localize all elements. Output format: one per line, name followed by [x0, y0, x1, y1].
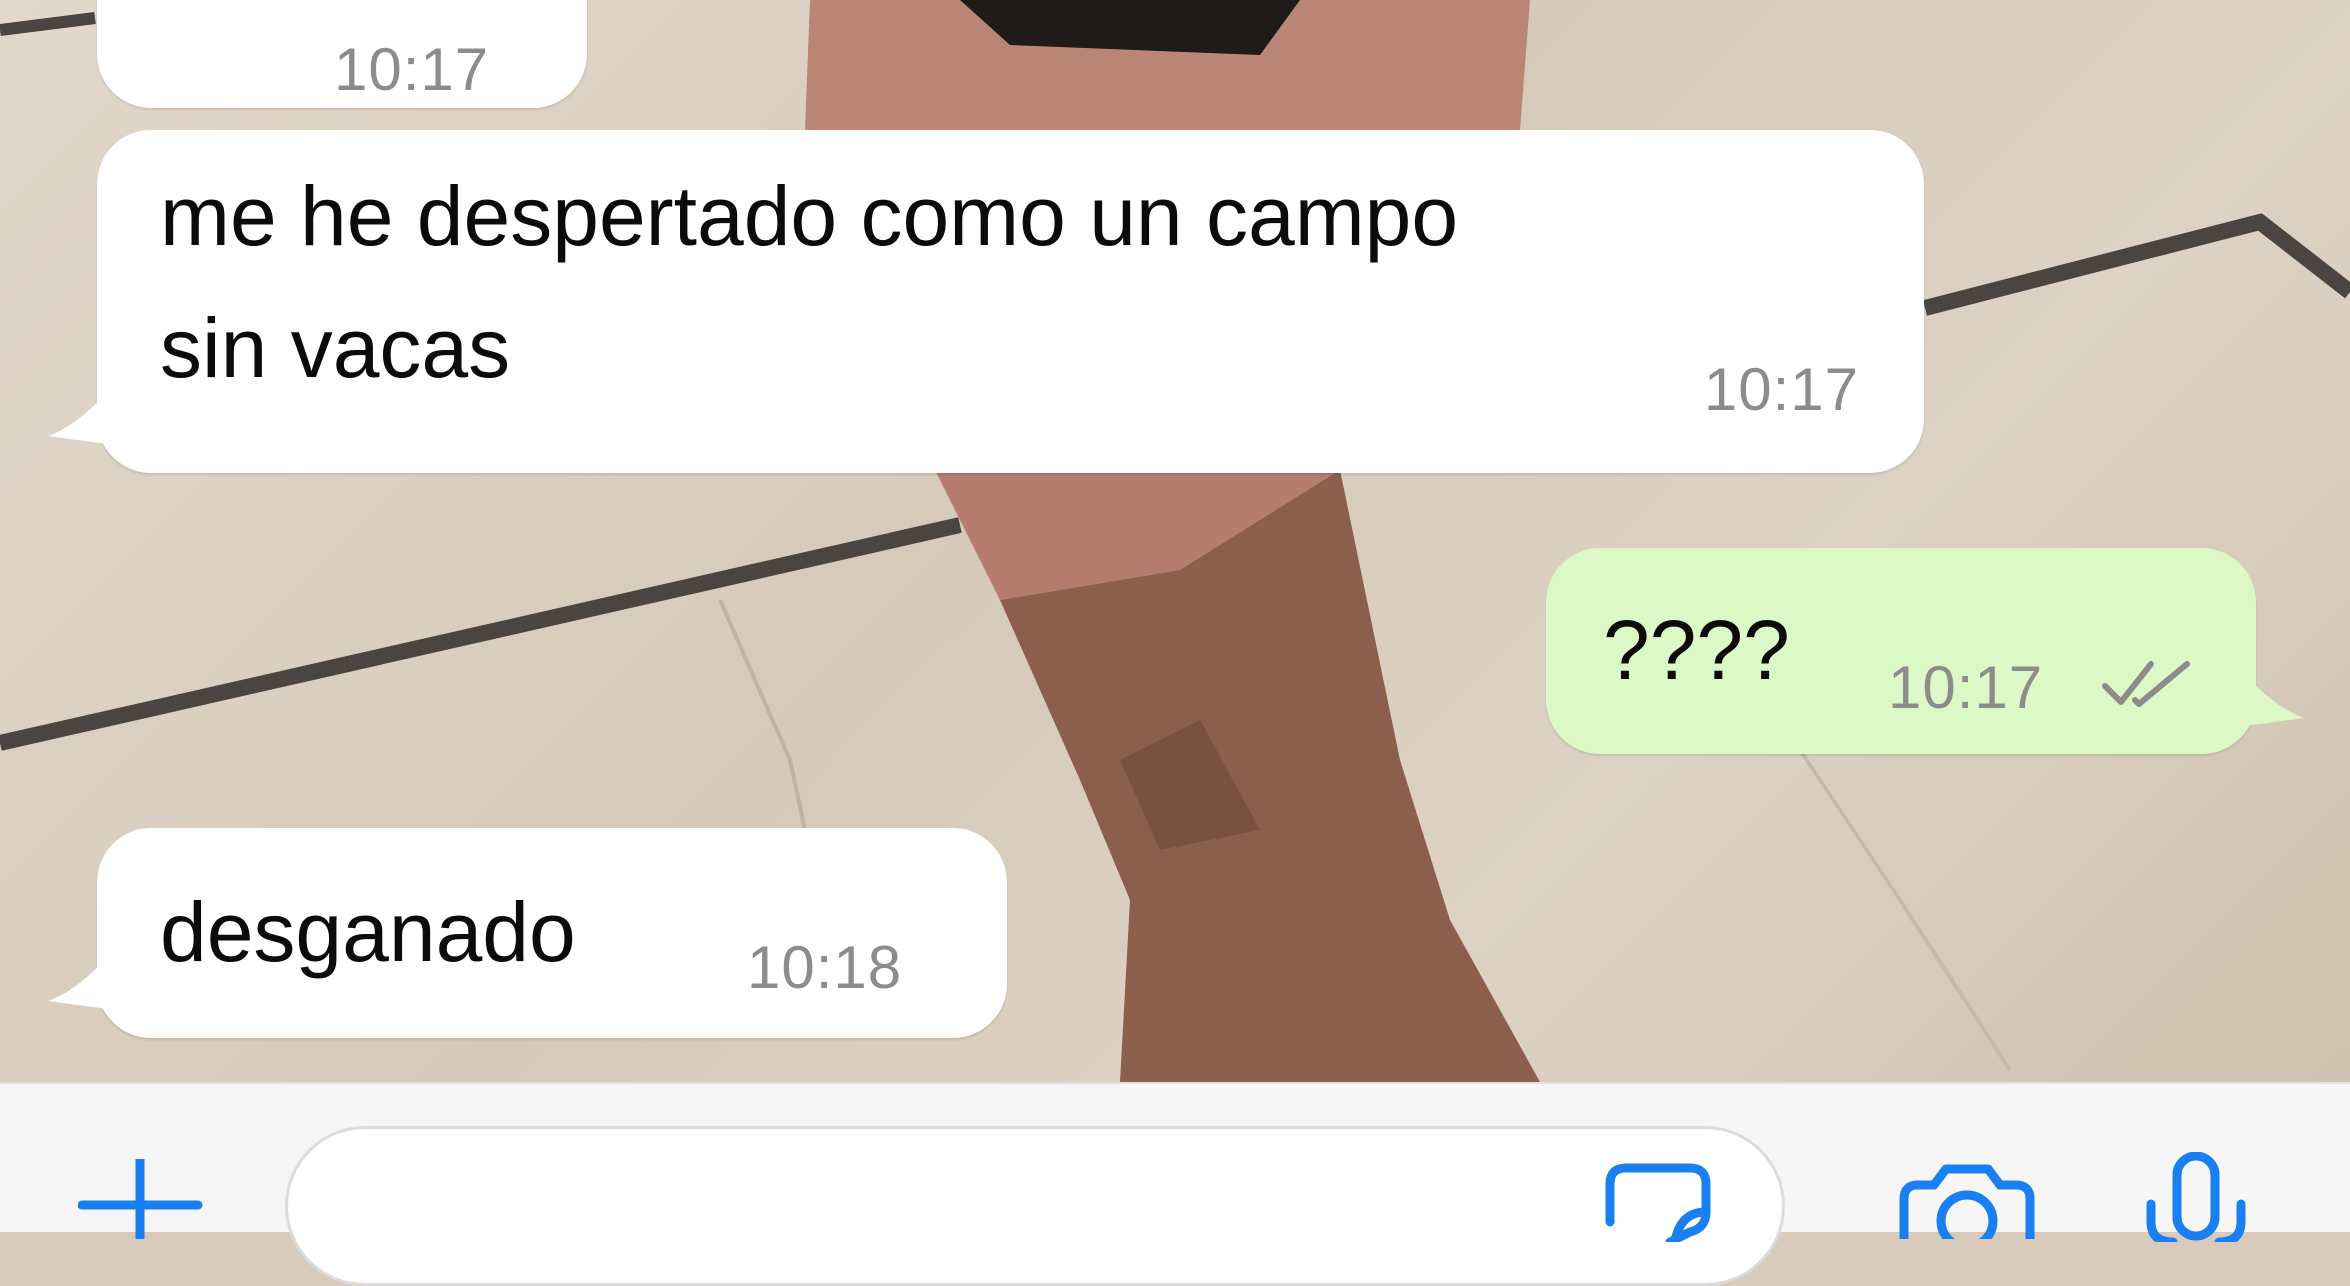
- microphone-icon[interactable]: [2143, 1152, 2249, 1242]
- message-input[interactable]: [285, 1126, 1785, 1286]
- message-text-line: me he despertado como un campo: [160, 169, 1459, 263]
- message-timestamp: 10:17: [1888, 654, 2044, 721]
- bubble-tail: [48, 398, 122, 446]
- message-input-bar: [0, 1082, 2350, 1286]
- message-text: ????: [1603, 603, 1790, 697]
- sticker-icon[interactable]: [1600, 1162, 1715, 1242]
- message-bubble-outgoing[interactable]: ???? 10:17: [1546, 548, 2256, 754]
- message-text: me he despertado como un campo sin vacas: [160, 150, 1458, 414]
- read-receipt-icon: [2102, 661, 2190, 707]
- message-bubble-incoming[interactable]: me he despertado como un campo sin vacas…: [97, 130, 1924, 473]
- message-timestamp: 10:18: [747, 934, 903, 1001]
- message-text: desganado: [160, 885, 576, 979]
- message-text: ui: [162, 0, 227, 22]
- plus-icon[interactable]: [78, 1159, 203, 1239]
- message-text-line: sin vacas: [160, 301, 511, 395]
- message-bubble-incoming[interactable]: desganado 10:18: [97, 828, 1007, 1038]
- message-timestamp: 10:17: [334, 36, 490, 103]
- bubble-tail: [2230, 680, 2304, 728]
- camera-icon[interactable]: [1898, 1159, 2036, 1239]
- bubble-tail: [48, 963, 122, 1011]
- message-timestamp: 10:17: [1703, 356, 1859, 423]
- message-bubble-incoming[interactable]: ui 10:17: [97, 0, 587, 108]
